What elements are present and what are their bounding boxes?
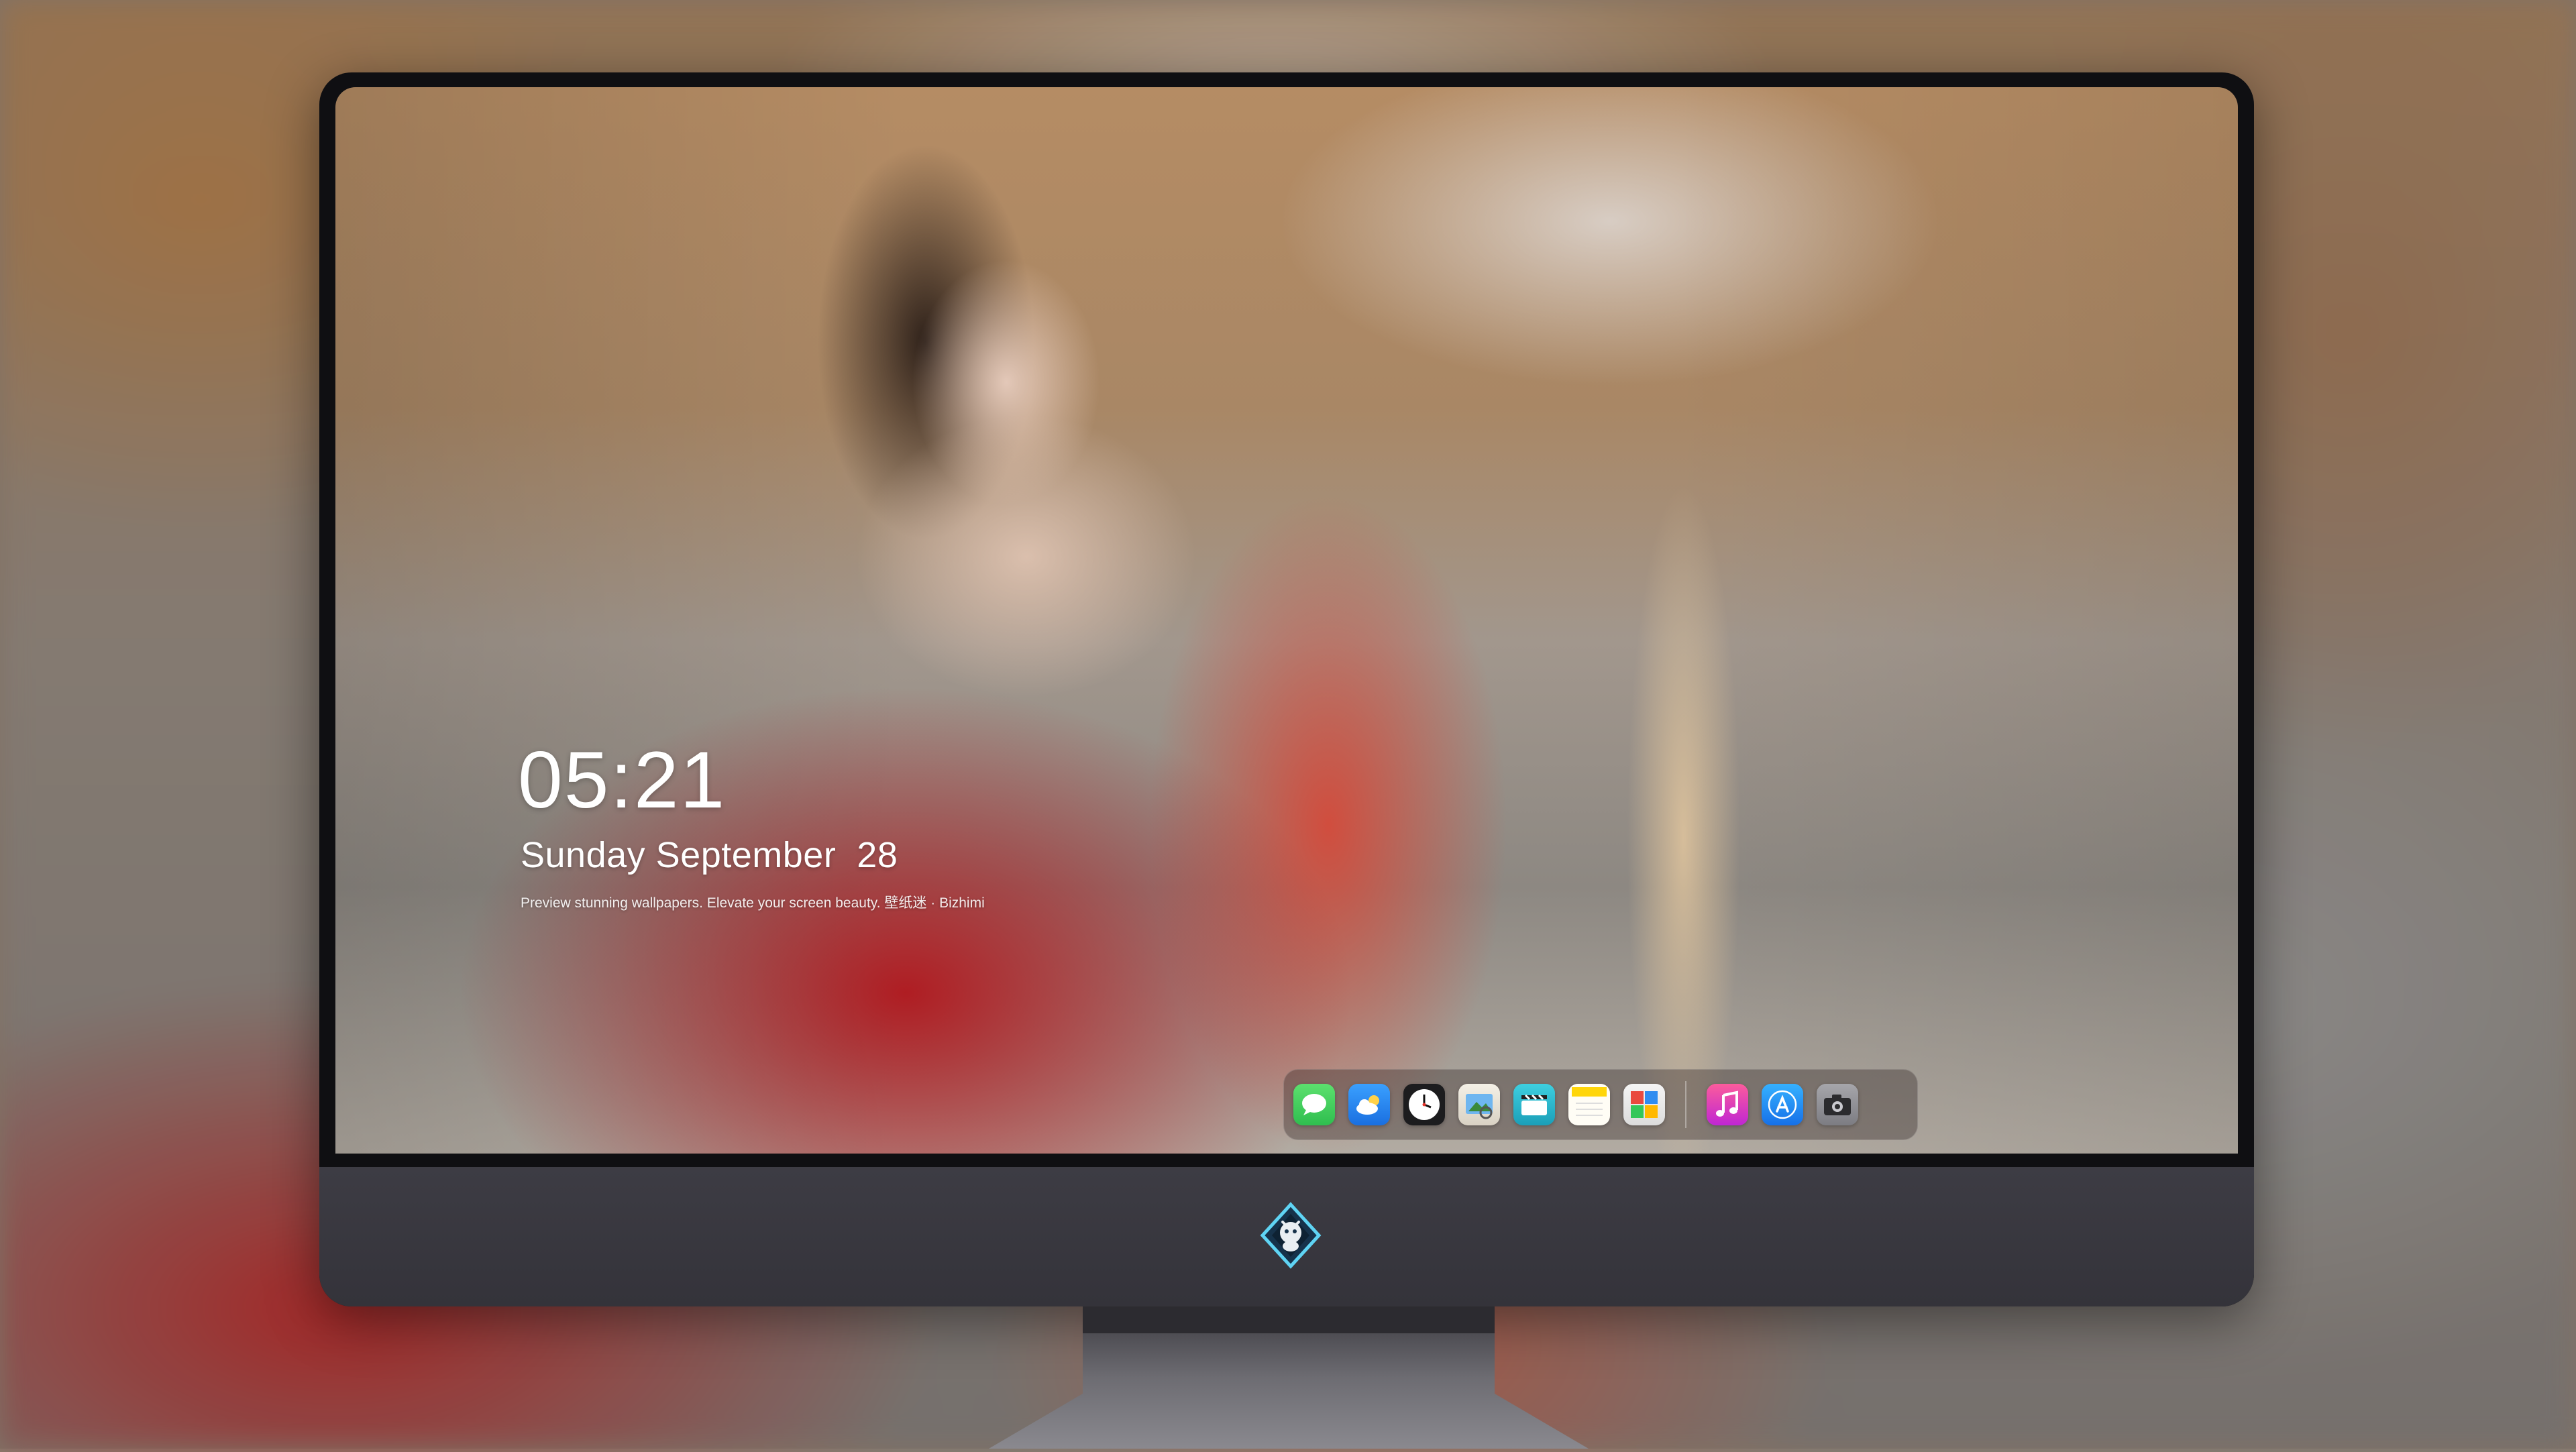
music-app-icon[interactable] xyxy=(1707,1084,1748,1125)
weather-app-icon[interactable] xyxy=(1348,1084,1390,1125)
clips-app-icon[interactable] xyxy=(1513,1084,1555,1125)
lock-screen: 05:21 Sunday September 28 Preview stunni… xyxy=(335,87,2238,1154)
monitor-stand xyxy=(989,1306,1589,1449)
brand-logo-icon xyxy=(1257,1202,1324,1269)
lock-screen-time: 05:21 xyxy=(518,735,727,825)
wallpaper-tagline: Preview stunning wallpapers. Elevate you… xyxy=(521,895,985,911)
monitor: 05:21 Sunday September 28 Preview stunni… xyxy=(319,72,2254,1306)
lock-screen-date: Sunday September 28 xyxy=(521,835,898,875)
wallpaper-vignette xyxy=(335,87,2238,1154)
dock-separator xyxy=(1685,1081,1686,1128)
messages-app-icon[interactable] xyxy=(1293,1084,1335,1125)
notes-app-icon[interactable] xyxy=(1568,1084,1610,1125)
preview-app-icon[interactable] xyxy=(1458,1084,1500,1125)
camera-app-icon[interactable] xyxy=(1817,1084,1858,1125)
app-store-app-icon[interactable] xyxy=(1762,1084,1803,1125)
dock xyxy=(1283,1069,1918,1140)
clock-app-icon[interactable] xyxy=(1403,1084,1445,1125)
photo-booth-app-icon[interactable] xyxy=(1623,1084,1665,1125)
